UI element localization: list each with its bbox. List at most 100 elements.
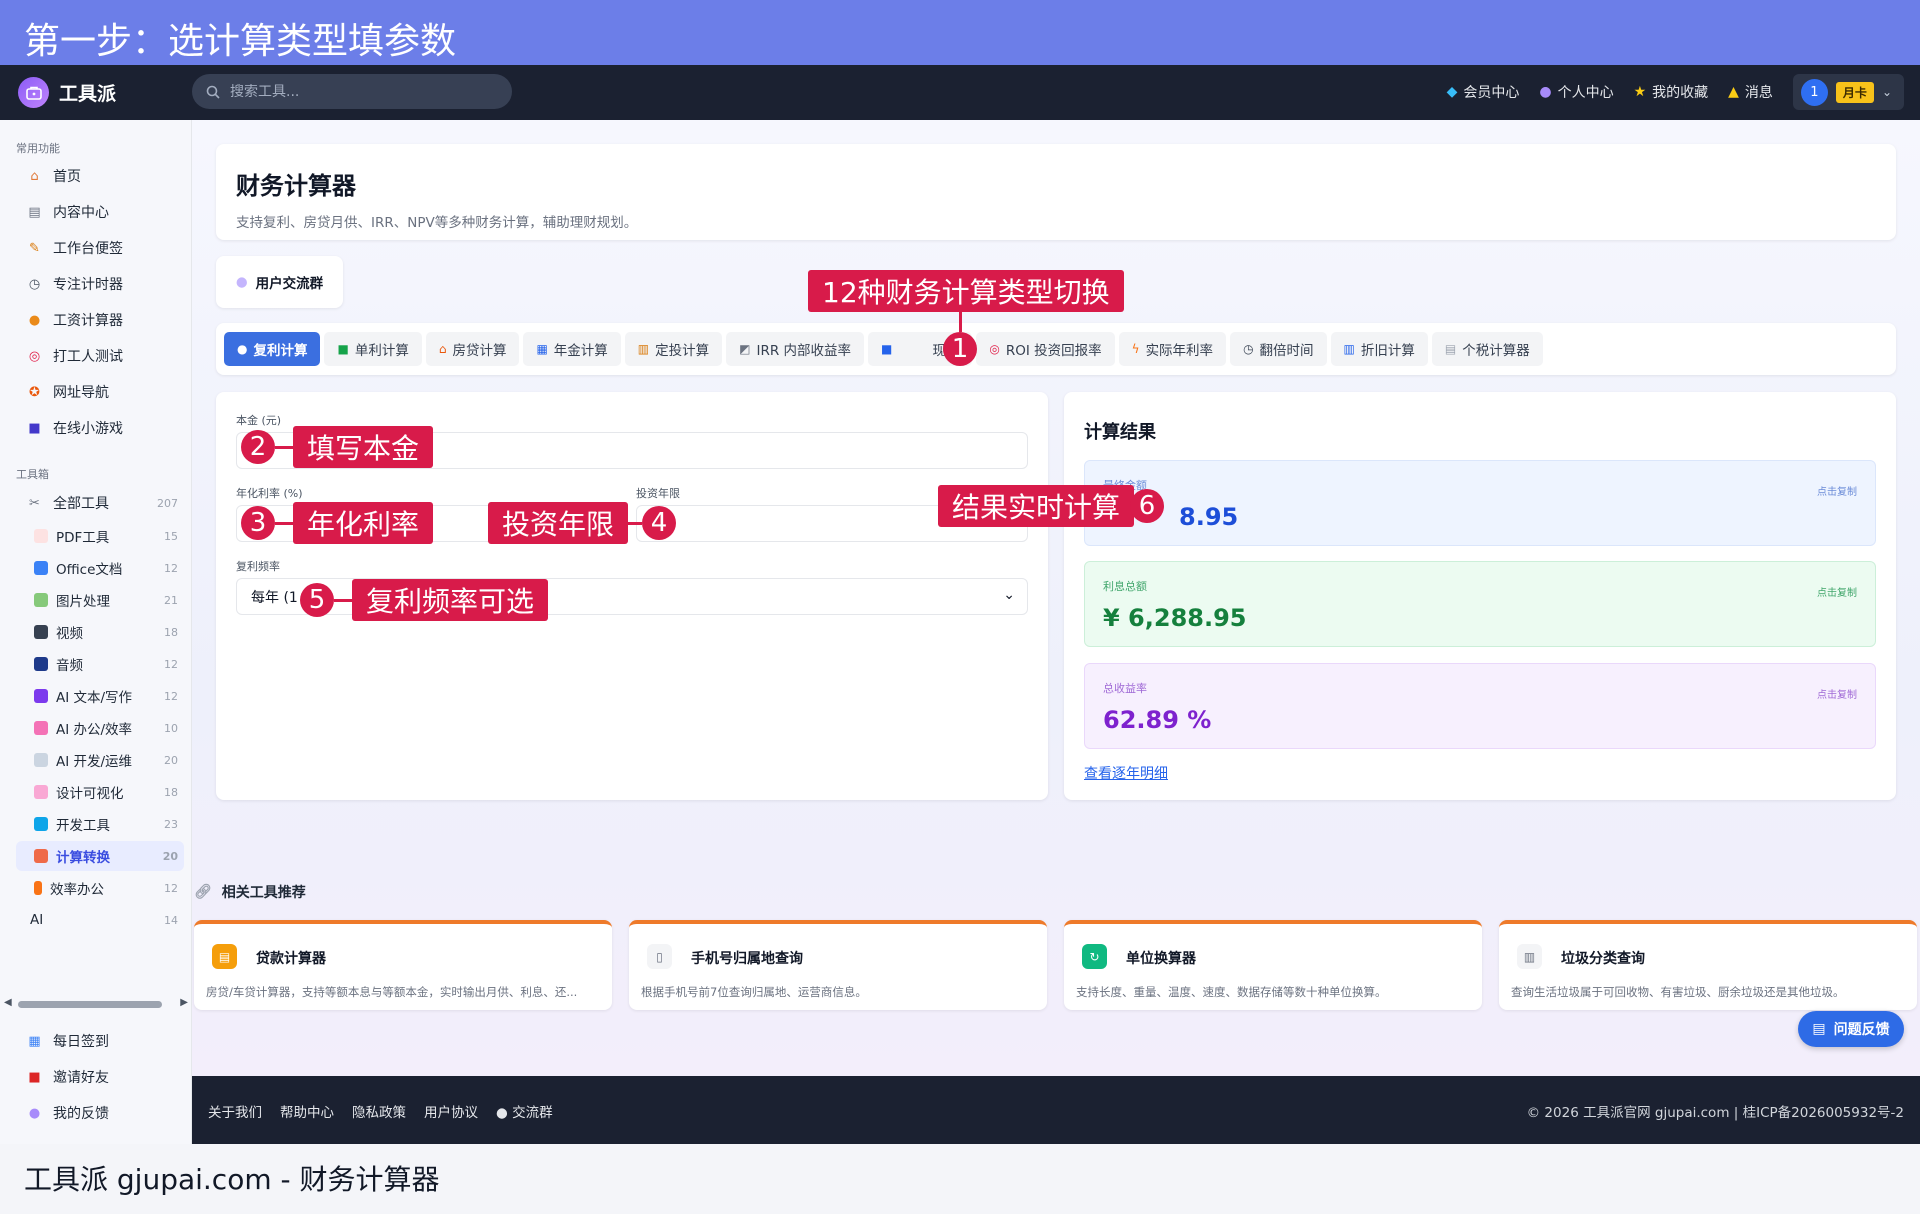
gamepad-icon: ■: [28, 420, 41, 436]
annotation-6-label: 结果实时计算: [938, 485, 1135, 527]
user-menu[interactable]: 1 月卡 ⌄: [1792, 74, 1904, 110]
sidebar-sub-design[interactable]: 设计可视化 18: [16, 777, 184, 807]
messages-link[interactable]: ▲ 消息: [1728, 82, 1773, 102]
sidebar-sub-ai-writing[interactable]: AI 文本/写作 12: [16, 681, 184, 711]
tab-compound[interactable]: ● 复利计算: [224, 332, 321, 366]
scroll-right-icon: ▶: [180, 997, 188, 1008]
annotation-5-marker: 5: [300, 583, 334, 617]
calculator-icon: ▤: [212, 944, 237, 969]
palette-icon: [34, 785, 48, 799]
annotation-4-label: 投资年限: [488, 502, 629, 544]
final-amount-value: 8.95: [1179, 503, 1239, 531]
annotation-3-connector: [275, 522, 293, 525]
sidebar-item-home[interactable]: ⌂ 首页: [16, 160, 184, 192]
annotation-3-label: 年化利率: [293, 502, 434, 544]
navbar: 工具派 ◆会员中心 ●个人中心 ★我的收藏 ▲消息 1 月卡 ⌄: [0, 65, 1920, 120]
sidebar-item-checkin[interactable]: ▦ 每日签到: [16, 1025, 184, 1057]
tab-doubling-time[interactable]: ◷ 翻倍时间: [1230, 332, 1327, 366]
annotation-5-connector: [334, 599, 352, 602]
target-icon: ◎: [989, 342, 1000, 356]
stopwatch-icon: ◷: [28, 276, 41, 292]
speech-bubble-icon: ●: [28, 1105, 41, 1121]
sidebar-sub-ai[interactable]: AI 14: [16, 905, 184, 935]
tab-tax[interactable]: ▤ 个税计算器: [1431, 332, 1543, 366]
footer-help-link[interactable]: 帮助中心: [280, 1101, 334, 1121]
feedback-button[interactable]: ▤ 问题反馈: [1798, 1011, 1904, 1047]
money-bag-icon: ●: [237, 342, 248, 356]
total-return-box: 总收益率 62.89 % 点击复制: [1084, 663, 1876, 749]
image-icon: [34, 593, 48, 607]
vip-center-link[interactable]: ◆ 会员中心: [1447, 82, 1520, 102]
receipt-icon: ▤: [1444, 342, 1457, 356]
profile-link[interactable]: ● 个人中心: [1539, 82, 1613, 102]
sidebar-item-all-tools[interactable]: ✂ 全部工具 207: [16, 487, 184, 519]
annotation-4-marker: 4: [642, 506, 676, 540]
tab-roi[interactable]: ◎ ROI 投资回报率: [976, 332, 1115, 366]
sidebar-item-notes[interactable]: ✎ 工作台便签: [16, 232, 184, 264]
related-card-garbage[interactable]: ▥ 垃圾分类查询 查询生活垃圾属于可回收物、有害垃圾、厨余垃圾还是其他垃圾。: [1499, 920, 1917, 1010]
clapper-icon: [34, 625, 48, 639]
copy-return-button[interactable]: 点击复制: [1817, 686, 1857, 701]
sidebar-sub-pdf[interactable]: PDF工具 15: [16, 521, 184, 551]
related-card-loan[interactable]: ▤ 贷款计算器 房贷/车贷计算器，支持等额本息与等额本金，实时输出月供、利息、还…: [194, 920, 612, 1010]
briefcase-logo-icon: [18, 77, 49, 108]
copy-interest-button[interactable]: 点击复制: [1817, 584, 1857, 599]
related-card-phone[interactable]: ▯ 手机号归属地查询 根据手机号前7位查询归属地、运营商信息。: [629, 920, 1047, 1010]
search-input[interactable]: [230, 83, 490, 100]
sidebar-sub-calc[interactable]: 计算转换 20: [16, 841, 184, 871]
copy-final-button[interactable]: 点击复制: [1817, 483, 1857, 498]
sidebar-sub-office[interactable]: Office文档 12: [16, 553, 184, 583]
banner-title: 第一步：选计算类型填参数: [24, 21, 457, 62]
footer-about-link[interactable]: 关于我们: [208, 1101, 262, 1121]
tab-annuity[interactable]: ▦ 年金计算: [523, 332, 621, 366]
sidebar-sub-devtools[interactable]: 开发工具 23: [16, 809, 184, 839]
annotation-2-connector: [275, 446, 293, 449]
related-card-unit[interactable]: ↻ 单位换算器 支持长度、重量、温度、速度、数据存储等数十种单位换算。: [1064, 920, 1482, 1010]
sidebar-item-timer[interactable]: ◷ 专注计时器: [16, 268, 184, 300]
sidebar-item-content[interactable]: ▤ 内容中心: [16, 196, 184, 228]
sidebar-sub-image[interactable]: 图片处理 21: [16, 585, 184, 615]
newspaper-icon: ▤: [28, 204, 41, 220]
sidebar-sub-efficiency[interactable]: 效率办公 12: [16, 873, 184, 903]
sidebar-item-games[interactable]: ■ 在线小游戏: [16, 412, 184, 444]
principal-label: 本金 (元): [236, 414, 282, 427]
footer: 关于我们 帮助中心 隐私政策 用户协议 ● 交流群 © 2026 工具派官网 g…: [192, 1076, 1920, 1144]
sidebar-item-worker-test[interactable]: ◎ 打工人测试: [16, 340, 184, 372]
footer-copyright: © 2026 工具派官网 gjupai.com | 桂ICP备202600593…: [1526, 1105, 1904, 1121]
footer-privacy-link[interactable]: 隐私政策: [352, 1101, 406, 1121]
brand[interactable]: 工具派: [18, 77, 116, 108]
tab-effective-rate[interactable]: ϟ 实际年利率: [1118, 332, 1227, 366]
yearly-detail-link[interactable]: 查看逐年明细: [1084, 763, 1168, 783]
home-icon: ⌂: [30, 168, 39, 184]
calendar-icon: ▦: [28, 1033, 41, 1049]
tab-sip[interactable]: ▥ 定投计算: [624, 332, 723, 366]
chevron-down-icon: ⌄: [1881, 85, 1892, 99]
sidebar-scrollbar[interactable]: ◀ ▶: [4, 997, 188, 1011]
tab-mortgage[interactable]: ⌂ 房贷计算: [425, 332, 520, 366]
favorites-link[interactable]: ★ 我的收藏: [1634, 82, 1709, 102]
rate-label: 年化利率 (%): [236, 487, 303, 500]
user-group-button[interactable]: ● 用户交流群: [216, 256, 343, 308]
footer-group-link[interactable]: ● 交流群: [496, 1101, 553, 1121]
office-icon: [34, 561, 48, 575]
avatar: 1: [1800, 78, 1828, 106]
tab-irr[interactable]: ◩ IRR 内部收益率: [726, 332, 865, 366]
sidebar-sub-audio[interactable]: 音频 12: [16, 649, 184, 679]
sidebar-item-invite[interactable]: ■ 邀请好友: [16, 1061, 184, 1093]
sidebar-sub-ai-dev[interactable]: AI 开发/运维 20: [16, 745, 184, 775]
annotation-2-marker: 2: [241, 430, 275, 464]
tab-depreciation[interactable]: ▥ 折旧计算: [1330, 332, 1428, 366]
picture-icon: ■: [881, 342, 893, 356]
footer-terms-link[interactable]: 用户协议: [424, 1101, 478, 1121]
tab-simple[interactable]: ■ 单利计算: [324, 332, 422, 366]
search-bar[interactable]: [192, 74, 512, 109]
sidebar-sub-video[interactable]: 视频 18: [16, 617, 184, 647]
sidebar-item-feedback[interactable]: ● 我的反馈: [16, 1097, 184, 1129]
scrollbar-thumb[interactable]: [18, 1001, 162, 1008]
sidebar-sub-ai-office[interactable]: AI 办公/效率 10: [16, 713, 184, 743]
sidebar-item-salary[interactable]: ● 工资计算器: [16, 304, 184, 336]
annotation-6-marker: 6: [1130, 489, 1164, 523]
monitor-icon: [34, 817, 48, 831]
speech-bubble-icon: ●: [235, 274, 248, 290]
sidebar-item-nav[interactable]: ✪ 网址导航: [16, 376, 184, 408]
